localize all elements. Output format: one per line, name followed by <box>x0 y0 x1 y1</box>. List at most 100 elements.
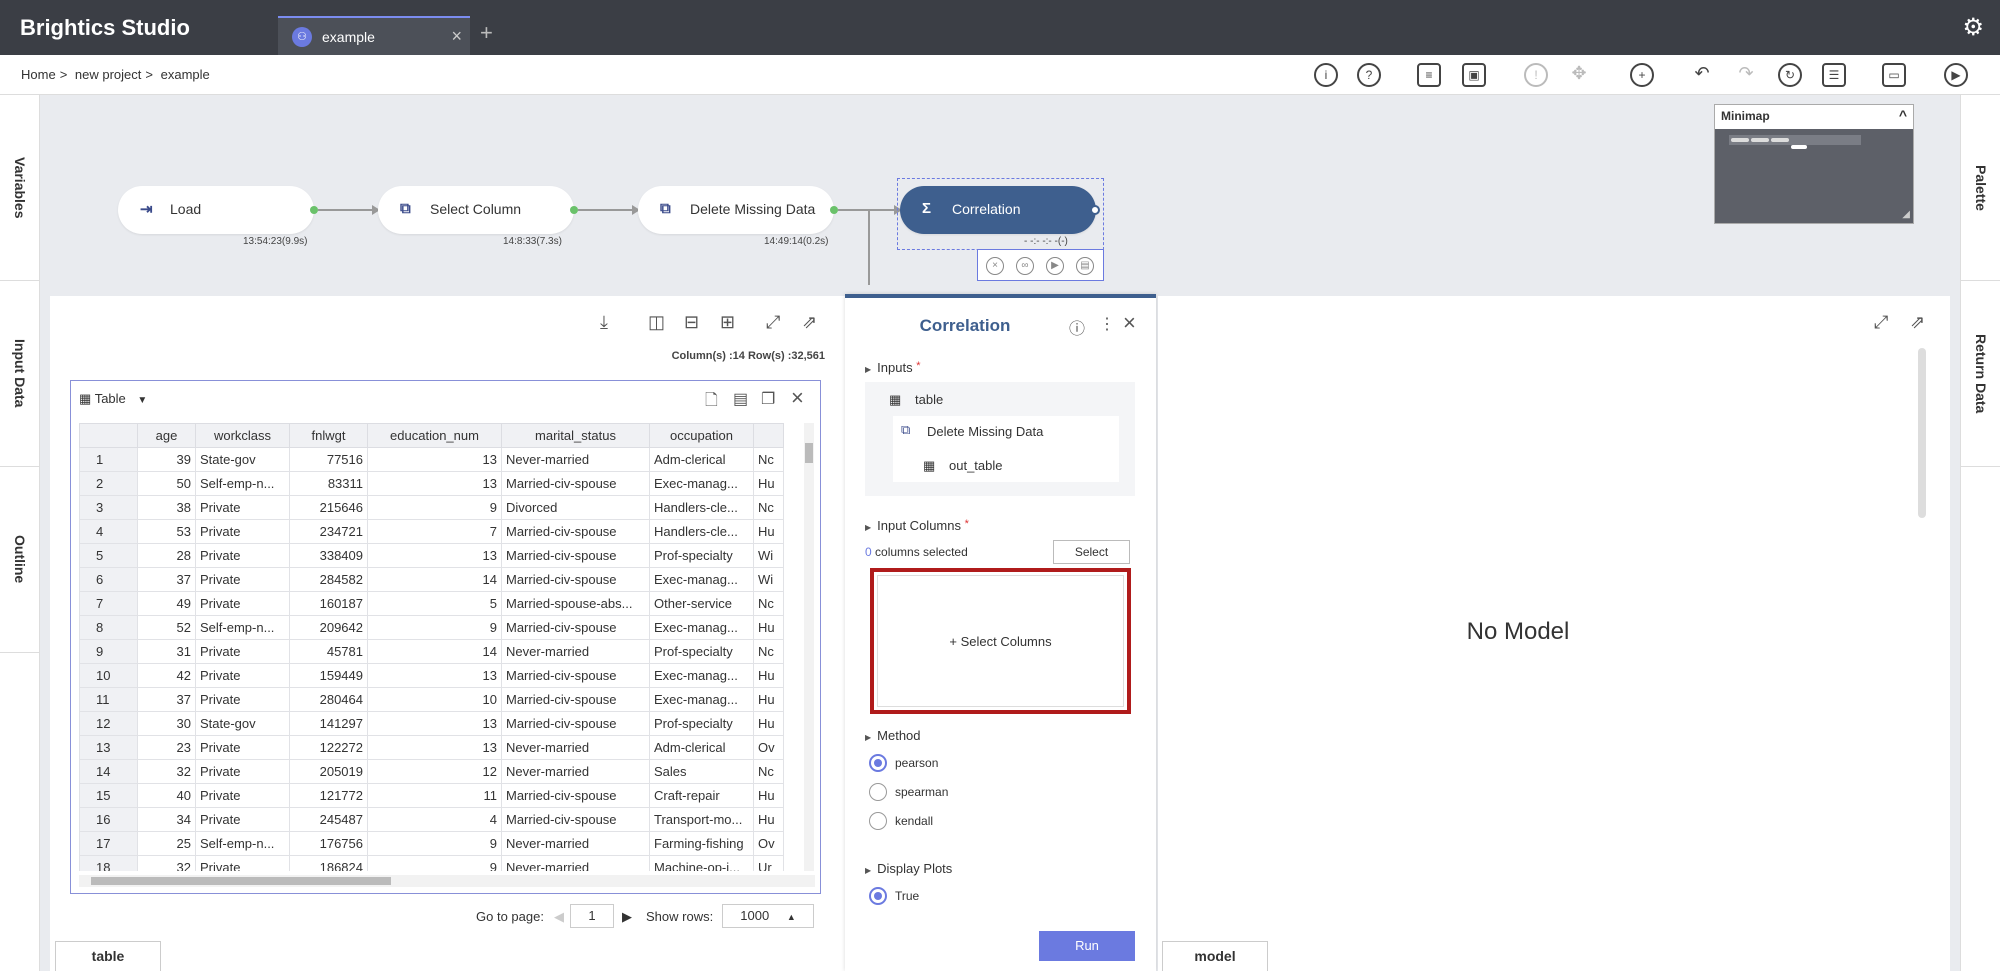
table-cell[interactable]: Nc <box>753 495 784 520</box>
table-row[interactable]: 18 32 Private 186824 9 Never-married Machine-o… <box>79 855 784 871</box>
table-row[interactable]: 8 52 Self-emp-n... 209642 9 Married-civ-spous… <box>79 615 784 640</box>
table-row[interactable]: 10 42 Private 159449 13 Married-civ-spouse Exe… <box>79 663 784 688</box>
table-cell[interactable]: Exec-manag... <box>649 687 754 712</box>
table-row[interactable]: 17 25 Self-emp-n... 176756 9 Never-married Far… <box>79 831 784 856</box>
view-type-dropdown[interactable]: ▦ Table ▼ <box>79 391 147 407</box>
table-cell[interactable]: 234721 <box>289 519 368 544</box>
radio-display-plots-true[interactable] <box>869 887 887 905</box>
panel-tab-input-data[interactable]: Input Data <box>0 281 40 467</box>
table-row[interactable]: 5 28 Private 338409 13 Married-civ-spouse Prof… <box>79 543 784 568</box>
info-icon[interactable]: i <box>1314 63 1338 87</box>
table-cell[interactable]: State-gov <box>195 711 290 736</box>
table-cell[interactable]: 280464 <box>289 687 368 712</box>
table-cell[interactable]: Ov <box>753 735 784 760</box>
run-all-icon[interactable]: ▶ <box>1944 63 1968 87</box>
table-cell[interactable]: 10 <box>367 687 502 712</box>
table-cell[interactable]: Private <box>195 783 290 808</box>
table-cell[interactable]: Nc <box>753 639 784 664</box>
validate-icon[interactable]: ! <box>1524 63 1548 87</box>
add-view-icon[interactable]: 🗋 <box>705 389 718 416</box>
table-cell[interactable]: 40 <box>137 783 196 808</box>
table-cell[interactable]: 39 <box>137 447 196 472</box>
table-row[interactable]: 4 53 Private 234721 7 Married-civ-spouse Handl… <box>79 519 784 544</box>
publish-icon[interactable]: ▣ <box>1462 63 1486 87</box>
table-cell[interactable]: Married-civ-spouse <box>501 567 650 592</box>
minimap[interactable]: Minimap ^ ◢ <box>1714 104 1914 224</box>
table-row[interactable]: 2 50 Self-emp-n... 83311 13 Married-civ-spous… <box>79 471 784 496</box>
gear-icon[interactable]: ⚙ <box>1962 13 1984 42</box>
table-cell[interactable]: 13 <box>367 543 502 568</box>
breadcrumb-project[interactable]: new project <box>75 67 141 82</box>
node-delete-missing-data[interactable]: ⧉ Delete Missing Data <box>638 186 838 234</box>
column-header[interactable] <box>753 423 784 448</box>
table-cell[interactable]: 31 <box>137 639 196 664</box>
table-cell[interactable]: Hu <box>753 615 784 640</box>
table-cell[interactable]: 141297 <box>289 711 368 736</box>
table-cell[interactable]: Hu <box>753 471 784 496</box>
table-cell[interactable]: Private <box>195 543 290 568</box>
table-cell[interactable]: 77516 <box>289 447 368 472</box>
table-row[interactable]: 3 38 Private 215646 9 Divorced Handlers-cle...… <box>79 495 784 520</box>
data-grid[interactable]: age workclass fnlwgt education_num marital_s… <box>79 423 815 871</box>
node-load[interactable]: ⇥ Load <box>118 186 318 234</box>
table-cell[interactable]: Self-emp-n... <box>195 615 290 640</box>
column-header[interactable]: fnlwgt <box>289 423 368 448</box>
table-cell[interactable]: 159449 <box>289 663 368 688</box>
download-icon[interactable]: ⤓ <box>600 312 608 333</box>
table-row[interactable]: 12 30 State-gov 141297 13 Married-civ-spouse P… <box>79 711 784 736</box>
scroll-thumb[interactable] <box>91 877 391 885</box>
table-cell[interactable]: 32 <box>137 855 196 871</box>
table-cell[interactable]: 32 <box>137 759 196 784</box>
popout-icon[interactable]: ⇗ <box>1910 312 1925 333</box>
table-cell[interactable]: 7 <box>367 519 502 544</box>
table-cell[interactable]: Adm-clerical <box>649 447 754 472</box>
table-cell[interactable]: 13 <box>367 663 502 688</box>
table-cell[interactable]: Married-civ-spouse <box>501 807 650 832</box>
table-cell[interactable]: 160187 <box>289 591 368 616</box>
table-cell[interactable]: Married-civ-spouse <box>501 519 650 544</box>
table-cell[interactable]: Craft-repair <box>649 783 754 808</box>
table-cell[interactable]: Prof-specialty <box>649 543 754 568</box>
column-header[interactable]: workclass <box>195 423 290 448</box>
column-header[interactable]: age <box>137 423 196 448</box>
table-cell[interactable]: 205019 <box>289 759 368 784</box>
split-horizontal-icon[interactable]: ⊟ <box>684 312 699 333</box>
table-cell[interactable]: Exec-manag... <box>649 471 754 496</box>
table-cell[interactable]: Nc <box>753 591 784 616</box>
table-row[interactable]: 7 49 Private 160187 5 Married-spouse-abs... Ot… <box>79 591 784 616</box>
radio-kendall[interactable] <box>869 812 887 830</box>
table-cell[interactable]: 14 <box>367 639 502 664</box>
table-cell[interactable]: 121772 <box>289 783 368 808</box>
output-port[interactable] <box>570 206 578 214</box>
table-cell[interactable]: Never-married <box>501 831 650 856</box>
table-cell[interactable]: 53 <box>137 519 196 544</box>
table-cell[interactable]: Private <box>195 855 290 871</box>
inputs-section-header[interactable]: ▶ Inputs * <box>865 360 920 375</box>
select-columns-placeholder[interactable]: + Select Columns <box>877 575 1124 707</box>
move-icon[interactable]: ✥ <box>1567 63 1591 87</box>
table-cell[interactable]: 45781 <box>289 639 368 664</box>
vertical-scrollbar[interactable] <box>804 423 814 871</box>
table-cell[interactable]: Never-married <box>501 759 650 784</box>
display-plots-section-header[interactable]: ▶ Display Plots <box>865 861 952 876</box>
table-cell[interactable]: 4 <box>367 807 502 832</box>
prev-page-icon[interactable]: ◀ <box>554 909 564 925</box>
table-cell[interactable]: Married-civ-spouse <box>501 711 650 736</box>
table-cell[interactable]: Prof-specialty <box>649 711 754 736</box>
table-cell[interactable]: Hu <box>753 519 784 544</box>
history-icon[interactable]: ↻ <box>1778 63 1802 87</box>
table-row[interactable]: 1 39 State-gov 77516 13 Never-married Adm-cler… <box>79 447 784 472</box>
table-cell[interactable]: Private <box>195 687 290 712</box>
new-tab-button[interactable]: + <box>480 20 493 46</box>
table-cell[interactable]: Married-civ-spouse <box>501 687 650 712</box>
close-icon[interactable]: × <box>791 385 804 411</box>
table-cell[interactable]: Handlers-cle... <box>649 519 754 544</box>
table-cell[interactable]: Married-civ-spouse <box>501 543 650 568</box>
table-cell[interactable]: 13 <box>367 447 502 472</box>
table-cell[interactable]: 50 <box>137 471 196 496</box>
select-columns-area[interactable]: + Select Columns <box>870 568 1131 714</box>
chevron-up-icon[interactable]: ^ <box>1899 107 1907 123</box>
node-correlation[interactable]: Σ Correlation <box>900 186 1100 234</box>
table-cell[interactable]: 122272 <box>289 735 368 760</box>
table-cell[interactable]: Exec-manag... <box>649 663 754 688</box>
